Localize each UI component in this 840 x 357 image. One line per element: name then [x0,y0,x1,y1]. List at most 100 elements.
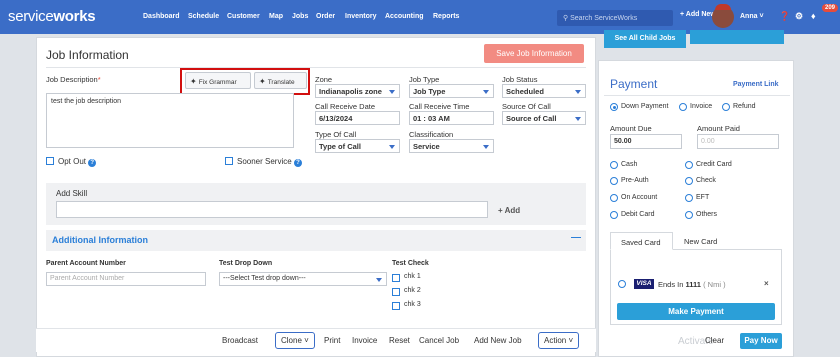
eft-radio[interactable] [685,194,693,202]
chk-1-checkbox[interactable] [392,274,400,282]
cancel-job-button[interactable]: Cancel Job [419,336,459,345]
parent-account-label: Parent Account Number [46,260,126,267]
broadcast-button[interactable]: Broadcast [222,336,258,345]
help-icon: ? [293,159,302,167]
refund-radio[interactable] [722,103,730,111]
opt-out-checkbox[interactable] [46,157,54,165]
caret-down-icon [389,145,395,149]
down-payment-radio[interactable] [610,103,618,111]
chk-3-checkbox[interactable] [392,302,400,310]
nav-schedule[interactable]: Schedule [188,13,219,20]
nav-reports[interactable]: Reports [433,13,459,20]
call-receive-date-label: Call Receive Date [315,102,376,111]
debit-card-radio[interactable] [610,211,618,219]
invoice-radio[interactable] [679,103,687,111]
nav-customer[interactable]: Customer [227,13,260,20]
pre-auth-radio[interactable] [610,177,618,185]
sparkle-icon: ✦ [259,77,266,86]
credit-card-radio[interactable] [685,161,693,169]
user-menu[interactable]: Anna ˅ [740,13,764,20]
on-account-label: On Account [621,194,658,201]
avatar[interactable] [712,4,734,28]
logo-suffix: works [53,8,96,25]
user-name: Anna [740,13,758,20]
chevron-down-icon: ˅ [568,336,574,345]
chk-2-checkbox[interactable] [392,288,400,296]
invoice-button[interactable]: Invoice [352,336,377,345]
others-radio[interactable] [685,211,693,219]
on-account-radio[interactable] [610,194,618,202]
job-description-label: Job Description* [46,75,101,84]
amount-paid-input[interactable]: 0.00 [697,134,779,149]
call-receive-date-input[interactable]: 6/13/2024 [315,111,400,125]
amount-paid-label: Amount Paid [697,124,740,133]
clear-button[interactable]: Clear [705,336,724,345]
cash-radio[interactable] [610,161,618,169]
clone-button[interactable]: Clone ˅ [275,332,315,349]
see-all-child-jobs-button[interactable]: See All Child Jobs [604,30,686,48]
caret-down-icon [483,145,489,149]
cash-label: Cash [621,161,638,168]
caret-down-icon [389,90,395,94]
add-new-job-button[interactable]: Add New Job [474,336,522,345]
card-ends-text: Ends In 1111 ( Nmi ) [658,280,726,289]
credit-card-label: Credit Card [696,161,732,168]
tab-new-card[interactable]: New Card [684,237,717,246]
print-button[interactable]: Print [324,336,340,345]
debit-card-label: Debit Card [621,211,655,218]
nav-jobs[interactable]: Jobs [292,13,308,20]
call-receive-time-input[interactable]: 01 : 03 AM [409,111,494,125]
add-skill-button[interactable]: + Add [498,206,520,215]
help-icon[interactable]: ❓ [779,11,790,22]
source-of-call-label: Source Of Call [502,102,551,111]
child-jobs-extra-button[interactable] [690,30,784,44]
tab-saved-card[interactable]: Saved Card [610,232,673,250]
refund-label: Refund [733,103,756,110]
source-of-call-select[interactable]: Source of Call [502,111,586,125]
down-payment-label: Down Payment [621,103,669,110]
global-search-input[interactable]: ⚲ Search ServiceWorks [557,10,673,26]
action-button[interactable]: Action ˅ [538,332,580,349]
chk-2-label: chk 2 [404,287,421,294]
caret-down-icon [376,278,382,282]
payment-link[interactable]: Payment Link [733,81,779,88]
check-radio[interactable] [685,177,693,185]
job-status-select[interactable]: Scheduled [502,84,586,98]
remove-card-icon[interactable]: × [764,279,769,288]
bell-icon[interactable]: ♦ [811,11,816,21]
nav-dashboard[interactable]: Dashboard [143,13,180,20]
save-job-button[interactable]: Save Job Information [484,44,584,63]
opt-out-label: Opt Out ? [58,157,97,167]
classification-select[interactable]: Service [409,139,494,153]
amount-due-input[interactable]: 50.00 [610,134,682,149]
caret-down-icon [575,117,581,121]
test-drop-down-select[interactable]: ---Select Test drop down--- [219,272,387,286]
zone-select[interactable]: Indianapolis zone [315,84,400,98]
gear-icon[interactable]: ⚙ [795,11,803,22]
add-new-button[interactable]: + Add New [680,11,716,18]
page-title: Job Information [46,48,129,62]
type-of-call-select[interactable]: Type of Call [315,139,400,153]
job-description-textarea[interactable]: test the job description [46,93,294,148]
translate-button[interactable]: ✦ Translate [254,72,307,89]
caret-down-icon [483,90,489,94]
payment-title: Payment [610,77,658,91]
chk-1-label: chk 1 [404,273,421,280]
sooner-service-checkbox[interactable] [225,157,233,165]
divider [46,67,586,68]
pay-now-button[interactable]: Pay Now [740,333,782,349]
add-skill-input[interactable] [56,201,488,218]
serviceworks-logo[interactable]: serviceworks [8,8,96,25]
reset-button[interactable]: Reset [389,336,410,345]
nav-order[interactable]: Order [316,13,335,20]
nav-map[interactable]: Map [269,13,283,20]
parent-account-input[interactable]: Parent Account Number [46,272,206,286]
nav-inventory[interactable]: Inventory [345,13,377,20]
fix-grammar-button[interactable]: ✦ Fix Grammar [185,72,251,89]
test-check-label: Test Check [392,260,429,267]
collapse-icon[interactable]: — [571,232,581,243]
job-type-select[interactable]: Job Type [409,84,494,98]
make-payment-button[interactable]: Make Payment [617,303,775,320]
nav-accounting[interactable]: Accounting [385,13,424,20]
saved-card-radio[interactable] [618,280,626,288]
